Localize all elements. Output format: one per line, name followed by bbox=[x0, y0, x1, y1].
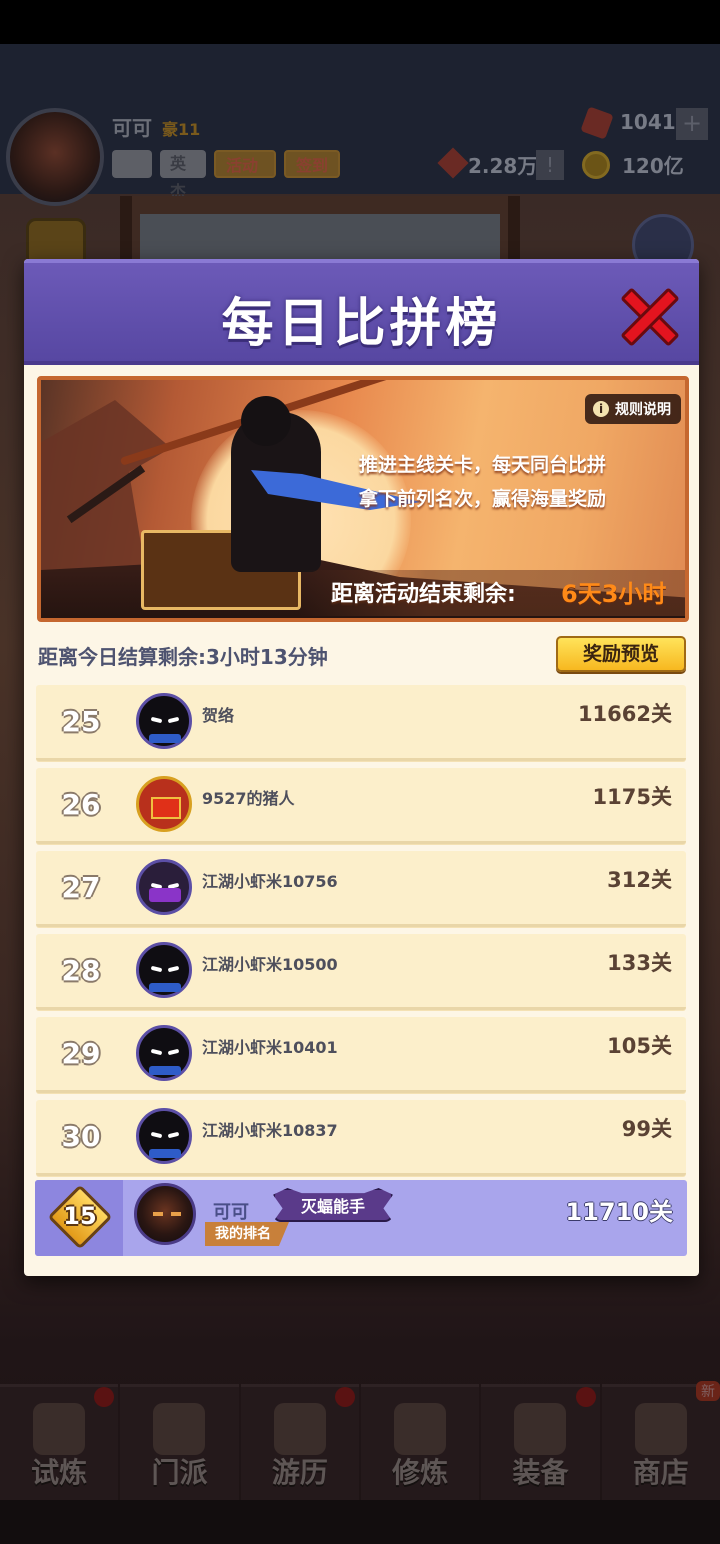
player-name: 江湖小虾米10756 bbox=[202, 872, 338, 891]
scroll-icon bbox=[394, 1403, 447, 1455]
rank-number: 25 bbox=[61, 705, 101, 738]
nav-sect[interactable]: 门派 bbox=[120, 1384, 239, 1500]
coin-count: 120亿 bbox=[622, 154, 684, 178]
power-value: 2.28万 bbox=[468, 154, 538, 178]
player-name: 9527的猪人 bbox=[202, 789, 295, 808]
alert-icon[interactable]: ! bbox=[536, 150, 564, 180]
nav-equipment[interactable]: 装备 bbox=[481, 1384, 600, 1500]
nav-label: 修炼 bbox=[392, 1456, 449, 1489]
player-name: 江湖小虾米10500 bbox=[202, 955, 338, 974]
notification-dot bbox=[94, 1387, 115, 1407]
countdown-value: 6天3小时 bbox=[561, 580, 667, 608]
nav-label: 装备 bbox=[512, 1456, 569, 1489]
player-score: 133关 bbox=[607, 951, 672, 975]
my-rank-row[interactable]: 15 可可 灭蝠能手 我的排名 11710关 bbox=[35, 1180, 687, 1256]
ninja-icon bbox=[33, 1403, 86, 1455]
settlement-countdown: 距离今日结算剩余:3小时13分钟 bbox=[38, 645, 328, 669]
close-icon[interactable] bbox=[620, 287, 680, 347]
swords-icon bbox=[514, 1403, 567, 1455]
avatar[interactable] bbox=[136, 1108, 192, 1164]
player-score: 11662关 bbox=[577, 702, 672, 726]
avatar[interactable] bbox=[136, 942, 192, 998]
player-name: 可可 bbox=[112, 116, 152, 140]
avatar[interactable] bbox=[136, 859, 192, 915]
player-score: 312关 bbox=[607, 868, 672, 892]
player-avatar[interactable] bbox=[6, 108, 104, 206]
my-name: 可可 bbox=[213, 1202, 249, 1223]
avatar[interactable] bbox=[136, 1025, 192, 1081]
signin-button[interactable]: 签到 bbox=[284, 150, 340, 178]
my-rank-label: 我的排名 bbox=[205, 1222, 289, 1246]
notification-dot bbox=[334, 1387, 355, 1407]
rules-button[interactable]: i 规则说明 bbox=[585, 394, 681, 424]
player-name: 贺络 bbox=[202, 706, 235, 725]
rules-label: 规则说明 bbox=[615, 402, 671, 418]
rank-row[interactable]: 27 江湖小虾米10756 312关 bbox=[36, 851, 686, 927]
rank-number: 26 bbox=[61, 788, 101, 821]
add-gems-button[interactable]: + bbox=[676, 108, 708, 140]
temple-icon bbox=[153, 1403, 206, 1455]
avatar[interactable] bbox=[134, 1183, 196, 1245]
nav-trial[interactable]: 试炼 bbox=[0, 1384, 119, 1500]
avatar[interactable] bbox=[136, 693, 192, 749]
nav-label: 商店 bbox=[632, 1456, 689, 1489]
countdown-label: 距离活动结束剩余: bbox=[331, 582, 516, 607]
nav-label: 试炼 bbox=[31, 1456, 88, 1489]
rank-row[interactable]: 29 江湖小虾米10401 105关 bbox=[36, 1017, 686, 1093]
new-badge: 新 bbox=[695, 1381, 720, 1401]
rank-number: 29 bbox=[61, 1037, 101, 1070]
ranking-list[interactable]: 25 贺络 11662关 26 9527的猪人 1175关 27 江湖小虾米10… bbox=[36, 685, 686, 1183]
daily-ranking-modal: 每日比拼榜 i 规则说明 推进主线关卡，每天同台比拼 拿下前列名次，赢得海量奖励… bbox=[24, 259, 699, 1276]
shop-icon bbox=[634, 1403, 687, 1455]
player-score: 105关 bbox=[607, 1034, 672, 1058]
my-score: 11710关 bbox=[565, 1198, 674, 1226]
mail-button[interactable] bbox=[112, 150, 152, 178]
nav-label: 门派 bbox=[151, 1456, 208, 1489]
landscape-icon bbox=[273, 1403, 326, 1455]
hero-button[interactable]: 英杰 bbox=[160, 150, 206, 201]
activity-button[interactable]: 活动 bbox=[214, 150, 276, 178]
rank-row[interactable]: 28 江湖小虾米10500 133关 bbox=[36, 934, 686, 1010]
bottom-nav: 试炼 门派 游历 修炼 装备 商店 新 bbox=[0, 1381, 720, 1500]
info-icon: i bbox=[593, 401, 609, 417]
banner-description: 推进主线关卡，每天同台比拼 拿下前列名次，赢得海量奖励 bbox=[359, 448, 659, 516]
rank-number: 28 bbox=[61, 954, 101, 987]
bat-title-badge: 灭蝠能手 bbox=[273, 1188, 394, 1222]
rank-row[interactable]: 25 贺络 11662关 bbox=[36, 685, 686, 761]
player-name: 江湖小虾米10401 bbox=[202, 1038, 338, 1057]
my-rank-number: 15 bbox=[63, 1202, 97, 1230]
nav-label: 游历 bbox=[271, 1456, 328, 1489]
reward-preview-button[interactable]: 奖励预览 bbox=[556, 636, 686, 672]
gem-count: 1041 bbox=[620, 110, 676, 134]
nav-shop[interactable]: 商店 新 bbox=[601, 1381, 720, 1500]
player-score: 1175关 bbox=[592, 785, 672, 809]
bottom-strip bbox=[0, 1500, 720, 1544]
nav-travel[interactable]: 游历 bbox=[240, 1384, 359, 1500]
hero-head-illustration bbox=[241, 396, 291, 446]
vip-level: 豪11 bbox=[162, 120, 201, 139]
modal-title: 每日比拼榜 bbox=[221, 294, 502, 354]
rank-row[interactable]: 30 江湖小虾米10837 99关 bbox=[36, 1100, 686, 1176]
status-bar bbox=[0, 0, 720, 44]
avatar[interactable] bbox=[136, 776, 192, 832]
player-name: 江湖小虾米10837 bbox=[202, 1121, 338, 1140]
player-score: 99关 bbox=[621, 1117, 672, 1141]
coin-icon bbox=[582, 151, 610, 179]
nav-cultivate[interactable]: 修炼 bbox=[360, 1384, 480, 1500]
banner-desc-line: 拿下前列名次，赢得海量奖励 bbox=[359, 488, 607, 510]
rank-number: 27 bbox=[61, 871, 101, 904]
rank-row[interactable]: 26 9527的猪人 1175关 bbox=[36, 768, 686, 844]
event-banner: i 规则说明 推进主线关卡，每天同台比拼 拿下前列名次，赢得海量奖励 距离活动结… bbox=[37, 376, 689, 622]
notification-dot bbox=[575, 1387, 596, 1407]
rank-number: 30 bbox=[61, 1120, 101, 1153]
modal-header: 每日比拼榜 bbox=[24, 259, 699, 365]
banner-desc-line: 推进主线关卡，每天同台比拼 bbox=[359, 454, 607, 476]
